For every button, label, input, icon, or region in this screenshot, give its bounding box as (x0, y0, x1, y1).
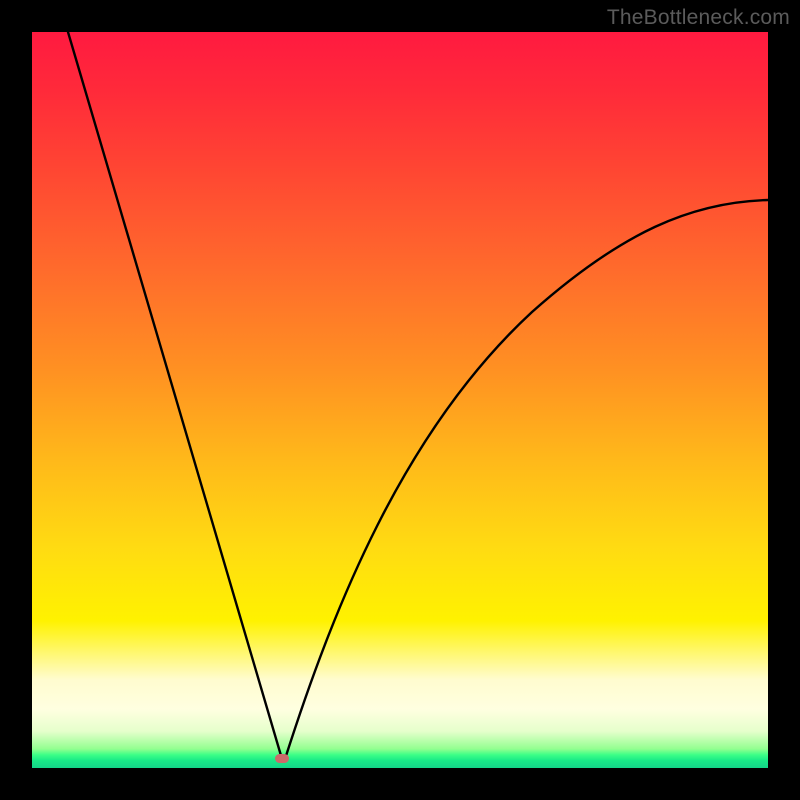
watermark-text: TheBottleneck.com (607, 6, 790, 30)
bottleneck-curve (32, 32, 768, 768)
curve-path (68, 32, 768, 761)
plot-area (32, 32, 768, 768)
chart-frame: TheBottleneck.com (0, 0, 800, 800)
optimal-marker (275, 754, 289, 763)
